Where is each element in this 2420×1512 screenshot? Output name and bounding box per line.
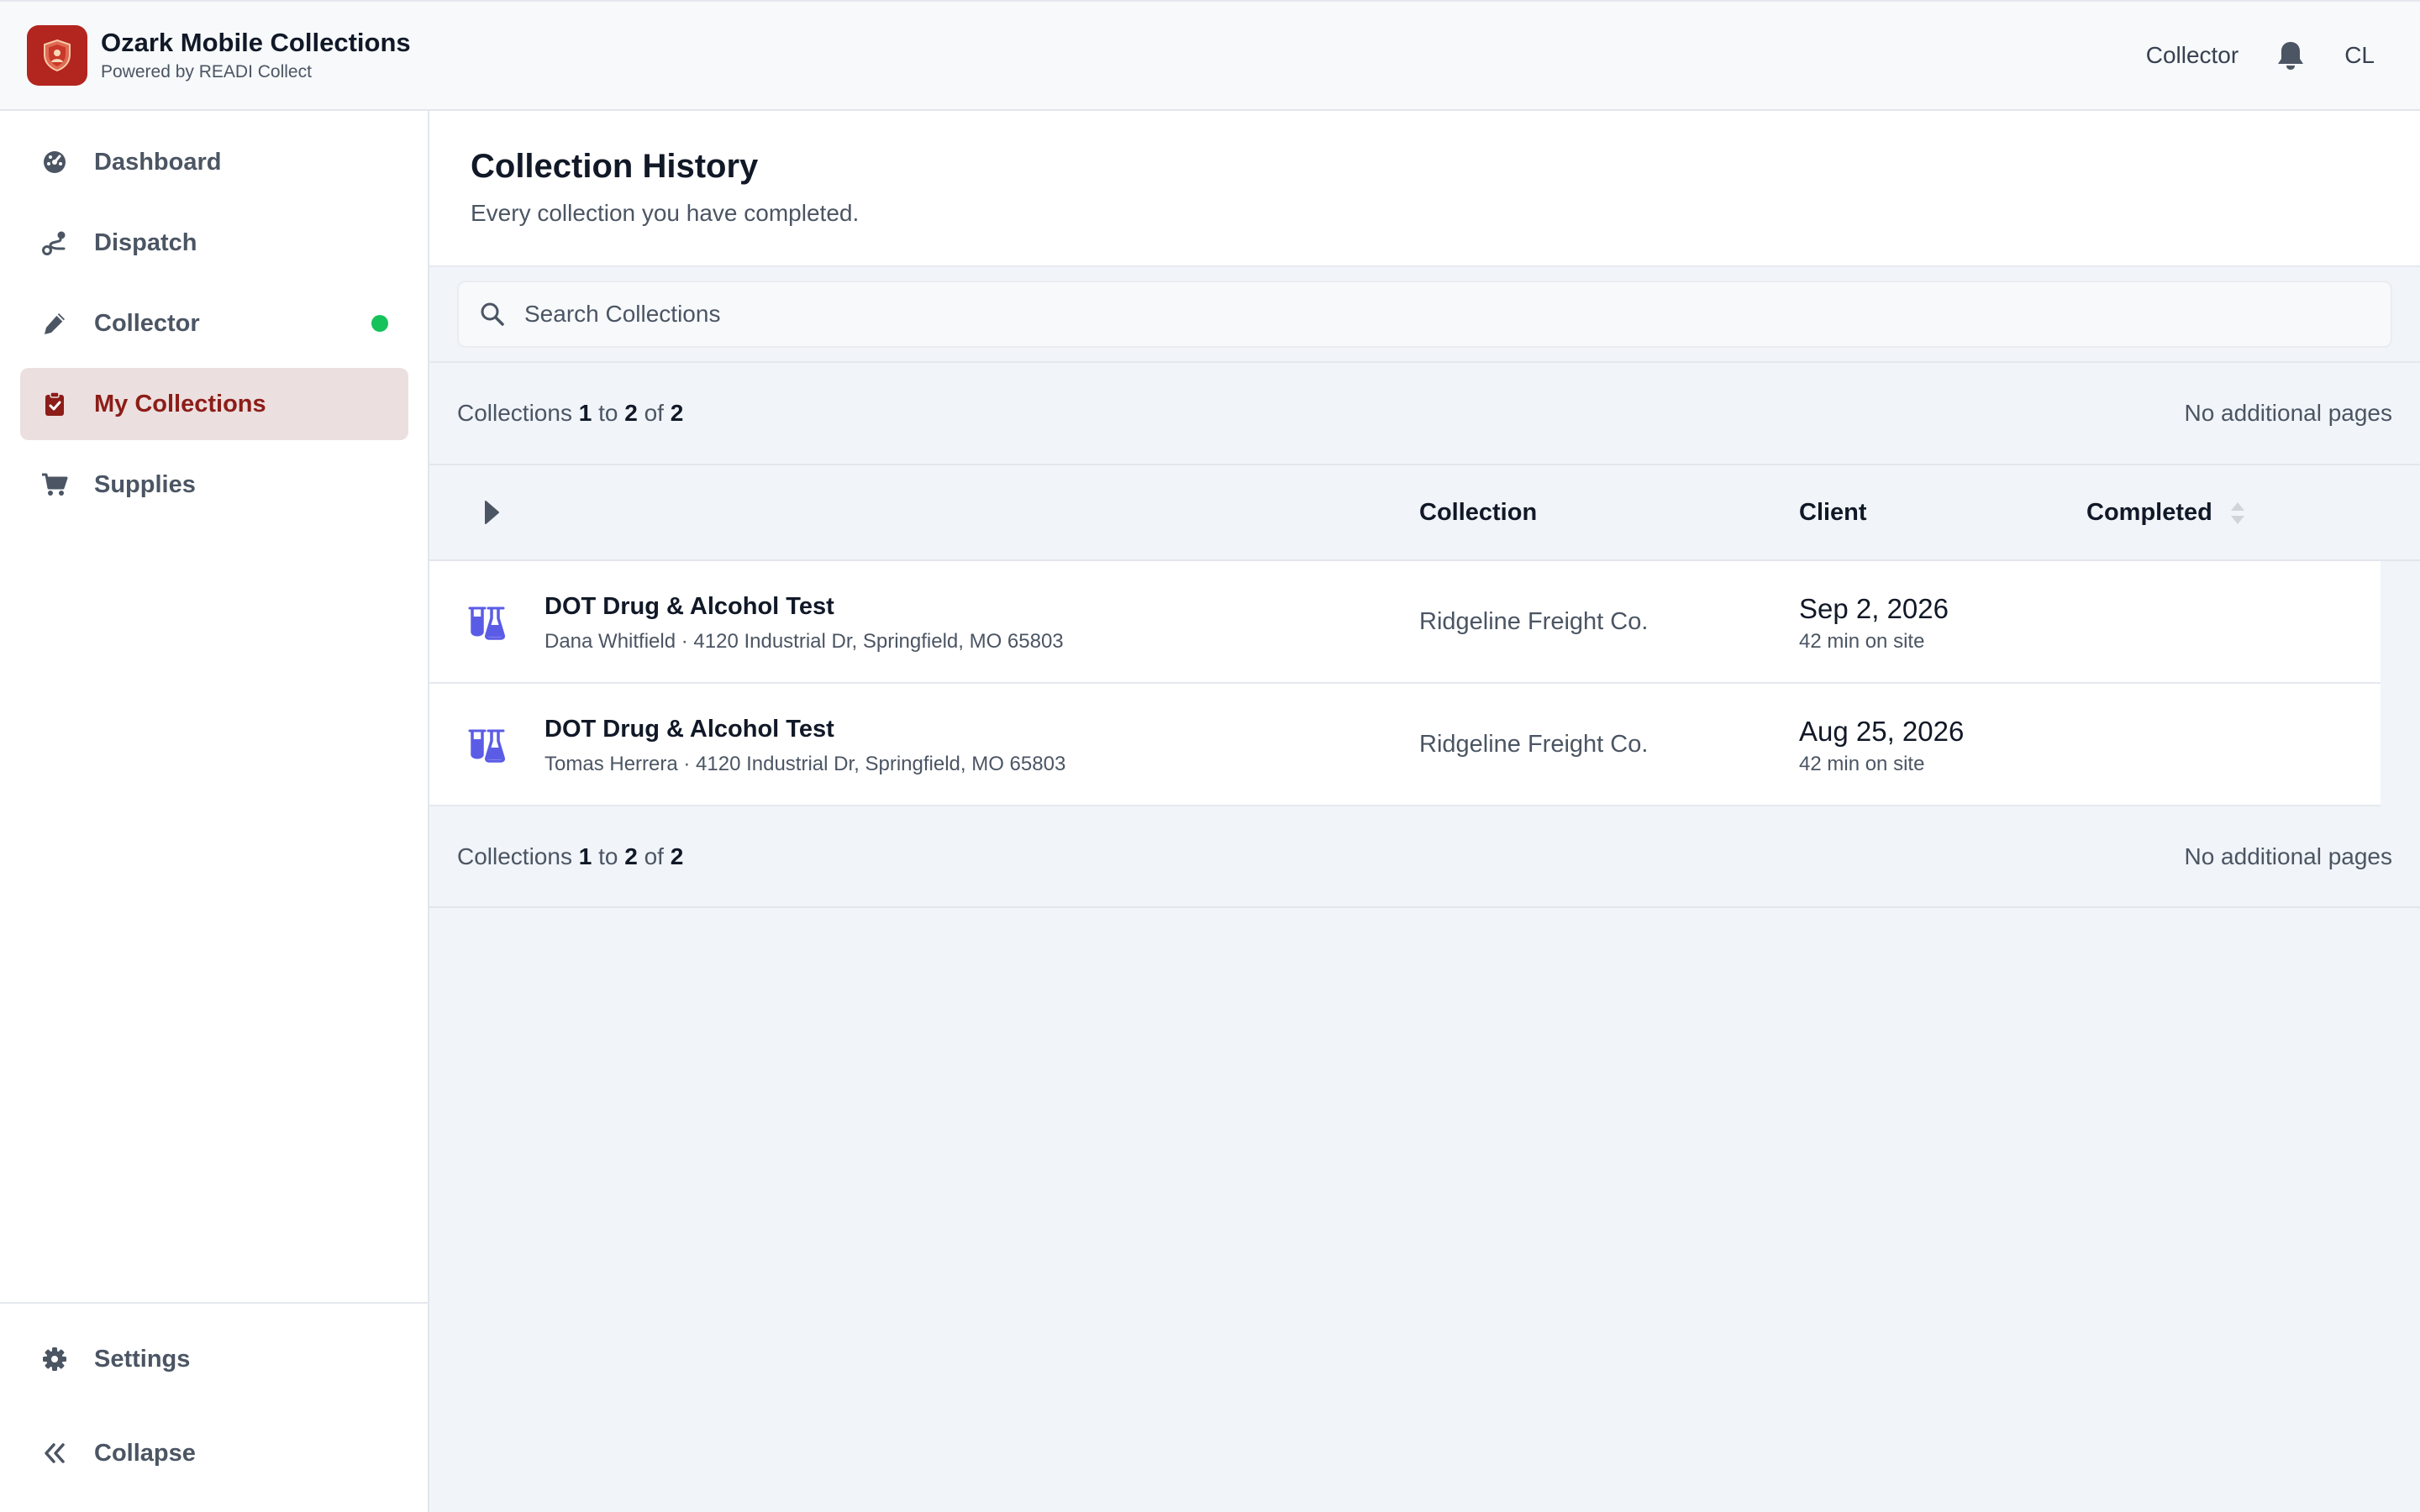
sidebar-item-label: Collapse — [94, 1439, 196, 1467]
flask-test-icon — [468, 605, 505, 640]
completed-date: Sep 2, 2026 — [1799, 593, 1949, 624]
collections-table: Collection Client Completed DOT Drug & A… — [429, 464, 2420, 806]
pagination-to-word: to — [598, 400, 618, 426]
sidebar-item-dispatch[interactable]: Dispatch — [20, 207, 408, 279]
sidebar-item-label: Collector — [94, 309, 200, 337]
online-status-dot — [371, 315, 388, 332]
main-content: Collection History Every collection you … — [429, 111, 2420, 1512]
page-subtitle: Every collection you have completed. — [471, 200, 860, 226]
time-on-site: 42 min on site — [1799, 630, 1925, 653]
double-chevron-left-icon — [40, 1439, 69, 1467]
search-input[interactable] — [524, 289, 2356, 339]
search-icon — [479, 301, 506, 328]
sidebar-divider — [0, 1302, 429, 1304]
column-header-completed[interactable]: Completed — [2086, 499, 2212, 527]
pagination-bottom: Collections 1 to 2 of 2 No additional pa… — [429, 807, 2420, 908]
sidebar-item-dashboard[interactable]: Dashboard — [20, 126, 408, 198]
bell-icon[interactable] — [2274, 39, 2307, 72]
pagination-prefix: Collections — [457, 843, 572, 869]
role-switcher[interactable]: Collector — [2146, 42, 2238, 69]
sidebar-item-label: Settings — [94, 1345, 191, 1373]
brand[interactable]: Ozark Mobile Collections Powered by READ… — [27, 25, 411, 86]
column-header-client[interactable]: Client — [1799, 499, 1867, 527]
app-logo-icon — [27, 25, 87, 86]
sidebar: Dashboard Dispatch Collector My Collecti… — [0, 111, 429, 1512]
time-on-site: 42 min on site — [1799, 753, 1925, 775]
page-title: Collection History — [471, 148, 759, 185]
pagination-total: 2 — [670, 843, 684, 869]
client-name: Ridgeline Freight Co. — [1419, 608, 1649, 635]
pagination-to: 2 — [624, 843, 638, 869]
pagination-from: 1 — [578, 400, 592, 426]
sidebar-collapse-button[interactable]: Collapse — [20, 1417, 408, 1489]
pagination-of-word: of — [644, 400, 664, 426]
pen-icon — [40, 309, 69, 338]
dashboard-gauge-icon — [40, 148, 69, 176]
sidebar-item-label: My Collections — [94, 390, 266, 417]
sidebar-item-collector[interactable]: Collector — [20, 287, 408, 360]
column-header-collection[interactable]: Collection — [1419, 499, 1537, 527]
cart-icon — [40, 470, 69, 499]
table-row[interactable]: DOT Drug & Alcohol Test Dana Whitfield ·… — [429, 561, 2381, 684]
sidebar-item-label: Dispatch — [94, 228, 197, 256]
clipboard-check-icon — [40, 390, 69, 418]
pagination-top: Collections 1 to 2 of 2 No additional pa… — [429, 363, 2420, 464]
collection-test-name: DOT Drug & Alcohol Test — [544, 716, 834, 743]
user-avatar[interactable]: CL — [2344, 42, 2375, 69]
pagination-from: 1 — [578, 843, 592, 869]
table-row[interactable]: DOT Drug & Alcohol Test Tomas Herrera · … — [429, 684, 2381, 806]
client-name: Ridgeline Freight Co. — [1419, 731, 1649, 758]
sort-icon[interactable] — [2229, 501, 2246, 526]
pagination-pages-text: No additional pages — [2184, 843, 2392, 869]
pagination-summary: Collections 1 to 2 of 2 — [457, 843, 683, 870]
pagination-pages-text: No additional pages — [2184, 400, 2392, 426]
sidebar-item-label: Dashboard — [94, 148, 222, 176]
pagination-to: 2 — [624, 400, 638, 426]
sidebar-item-my-collections[interactable]: My Collections — [20, 368, 408, 440]
pagination-prefix: Collections — [457, 400, 572, 426]
pagination-total: 2 — [670, 400, 684, 426]
top-bar: Ozark Mobile Collections Powered by READ… — [0, 0, 2420, 111]
expand-all-toggle[interactable] — [480, 497, 503, 528]
collection-test-name: DOT Drug & Alcohol Test — [544, 593, 834, 620]
collection-details: Dana Whitfield · 4120 Industrial Dr, Spr… — [544, 630, 1064, 653]
page-header: Collection History Every collection you … — [429, 111, 2420, 267]
sidebar-item-supplies[interactable]: Supplies — [20, 449, 408, 521]
collection-details: Tomas Herrera · 4120 Industrial Dr, Spri… — [544, 753, 1066, 775]
sidebar-item-settings[interactable]: Settings — [20, 1323, 408, 1395]
completed-date: Aug 25, 2026 — [1799, 716, 1965, 747]
table-header: Collection Client Completed — [429, 464, 2420, 561]
app-subtitle: Powered by READI Collect — [101, 62, 312, 81]
pagination-of-word: of — [644, 843, 664, 869]
route-icon — [40, 228, 69, 257]
app-title: Ozark Mobile Collections — [101, 28, 411, 57]
flask-test-icon — [468, 727, 505, 763]
gear-icon — [40, 1345, 69, 1373]
pagination-to-word: to — [598, 843, 618, 869]
sidebar-item-label: Supplies — [94, 470, 196, 498]
search-bar[interactable] — [457, 281, 2392, 348]
pagination-summary: Collections 1 to 2 of 2 — [457, 400, 683, 427]
